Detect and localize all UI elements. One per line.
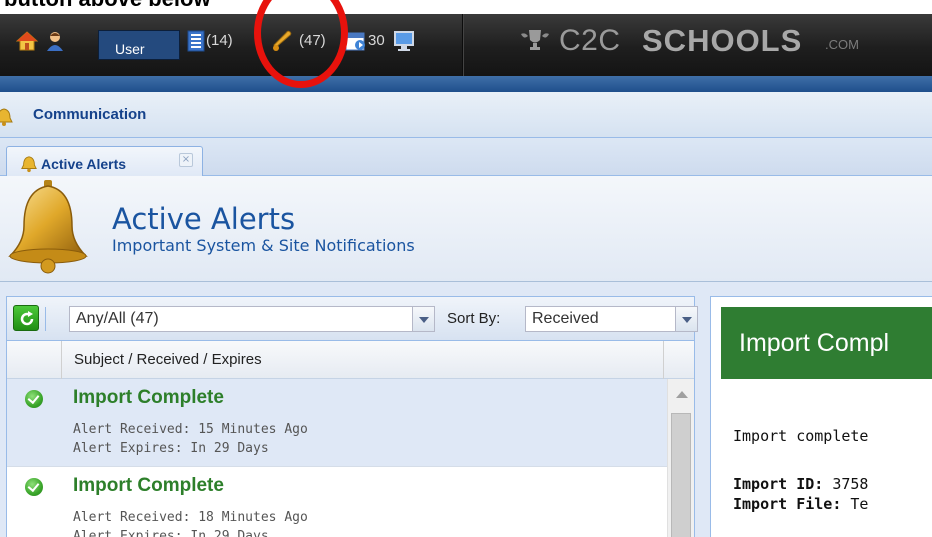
list-item[interactable]: Import Complete Alert Received: 18 Minut… <box>7 467 667 537</box>
detail-import-file-label: Import File: <box>733 495 842 513</box>
alerts-list-panel: Any/All (47) Sort By: Received Subject /… <box>6 296 698 537</box>
chevron-down-icon[interactable] <box>675 307 697 331</box>
events-count[interactable]: 30 <box>368 32 385 49</box>
scrollbar-thumb[interactable] <box>671 413 691 537</box>
tab-active-alerts[interactable]: Active Alerts × <box>6 146 203 177</box>
column-header-gutter <box>7 341 62 379</box>
list-count[interactable]: (14) <box>206 32 233 49</box>
bell-icon <box>21 156 37 173</box>
alerts-list: Import Complete Alert Received: 15 Minut… <box>7 379 667 537</box>
detail-banner: Import Compl <box>721 307 932 379</box>
brand-text-bold: SCHOOLS <box>642 23 803 58</box>
home-icon[interactable] <box>16 30 38 52</box>
alert-expires: Alert Expires: In 29 Days <box>73 529 269 537</box>
sort-label: Sort By: <box>447 310 501 327</box>
tab-strip: Active Alerts × <box>0 138 932 177</box>
alert-received: Alert Received: 15 Minutes Ago <box>73 422 308 437</box>
tab-label: Active Alerts <box>41 156 127 172</box>
bell-icon <box>0 108 13 126</box>
toolbar-separator <box>45 307 46 331</box>
check-circle-icon <box>25 478 43 496</box>
communication-panel-header: Communication <box>0 92 932 138</box>
header-divider <box>462 14 464 76</box>
detail-message: Import complete <box>733 427 869 445</box>
column-header-row: Subject / Received / Expires <box>7 341 694 379</box>
page-title: Active Alerts <box>112 202 296 236</box>
detail-import-file: Import File: Te <box>733 495 868 513</box>
user-name-box[interactable]: User <box>98 30 180 60</box>
header-accent-strip <box>0 76 932 92</box>
calendar-icon[interactable] <box>345 30 367 52</box>
refresh-icon <box>20 311 34 326</box>
detail-import-id: Import ID: 3758 <box>733 475 868 493</box>
scroll-up-arrow-icon[interactable] <box>676 391 688 398</box>
column-header-subject[interactable]: Subject / Received / Expires <box>74 351 262 368</box>
trophy-icon <box>521 30 549 50</box>
check-circle-icon <box>25 390 43 408</box>
cutoff-annotation-text: button above below <box>4 0 211 12</box>
list-item[interactable]: Import Complete Alert Received: 15 Minut… <box>7 379 667 467</box>
panel-title: Communication <box>33 106 147 123</box>
column-header-spacer <box>663 341 694 379</box>
alert-expires: Alert Expires: In 29 Days <box>73 441 269 456</box>
bell-icon <box>8 180 88 274</box>
detail-import-id-value: 3758 <box>832 475 869 493</box>
sort-select-value: Received <box>532 310 599 327</box>
page-subtitle: Important System & Site Notifications <box>112 236 415 255</box>
user-icon[interactable] <box>44 30 66 52</box>
monitor-icon[interactable] <box>393 30 415 52</box>
chevron-down-icon[interactable] <box>412 307 434 331</box>
alert-subject[interactable]: Import Complete <box>73 475 224 497</box>
alert-received: Alert Received: 18 Minutes Ago <box>73 510 308 525</box>
list-icon[interactable] <box>186 30 208 52</box>
refresh-button[interactable] <box>13 305 39 331</box>
filter-select-value: Any/All (47) <box>76 310 159 327</box>
brand-text-light: C2C <box>559 24 621 57</box>
top-header: button above below User (14) (47) 30 <box>0 0 932 92</box>
sort-select[interactable]: Received <box>525 306 698 332</box>
filter-select[interactable]: Any/All (47) <box>69 306 435 332</box>
list-toolbar: Any/All (47) Sort By: Received <box>7 297 698 341</box>
detail-title: Import Compl <box>739 329 890 357</box>
list-scrollbar[interactable] <box>667 379 694 537</box>
page-hero: Active Alerts Important System & Site No… <box>0 176 932 282</box>
alert-detail-panel: Import Compl Import complete Import ID: … <box>710 296 932 537</box>
alert-subject[interactable]: Import Complete <box>73 387 224 409</box>
brand-text-suffix: .COM <box>825 37 859 52</box>
tab-close-button[interactable]: × <box>179 153 193 167</box>
detail-import-id-label: Import ID: <box>733 475 824 493</box>
detail-import-file-value: Te <box>850 495 869 513</box>
